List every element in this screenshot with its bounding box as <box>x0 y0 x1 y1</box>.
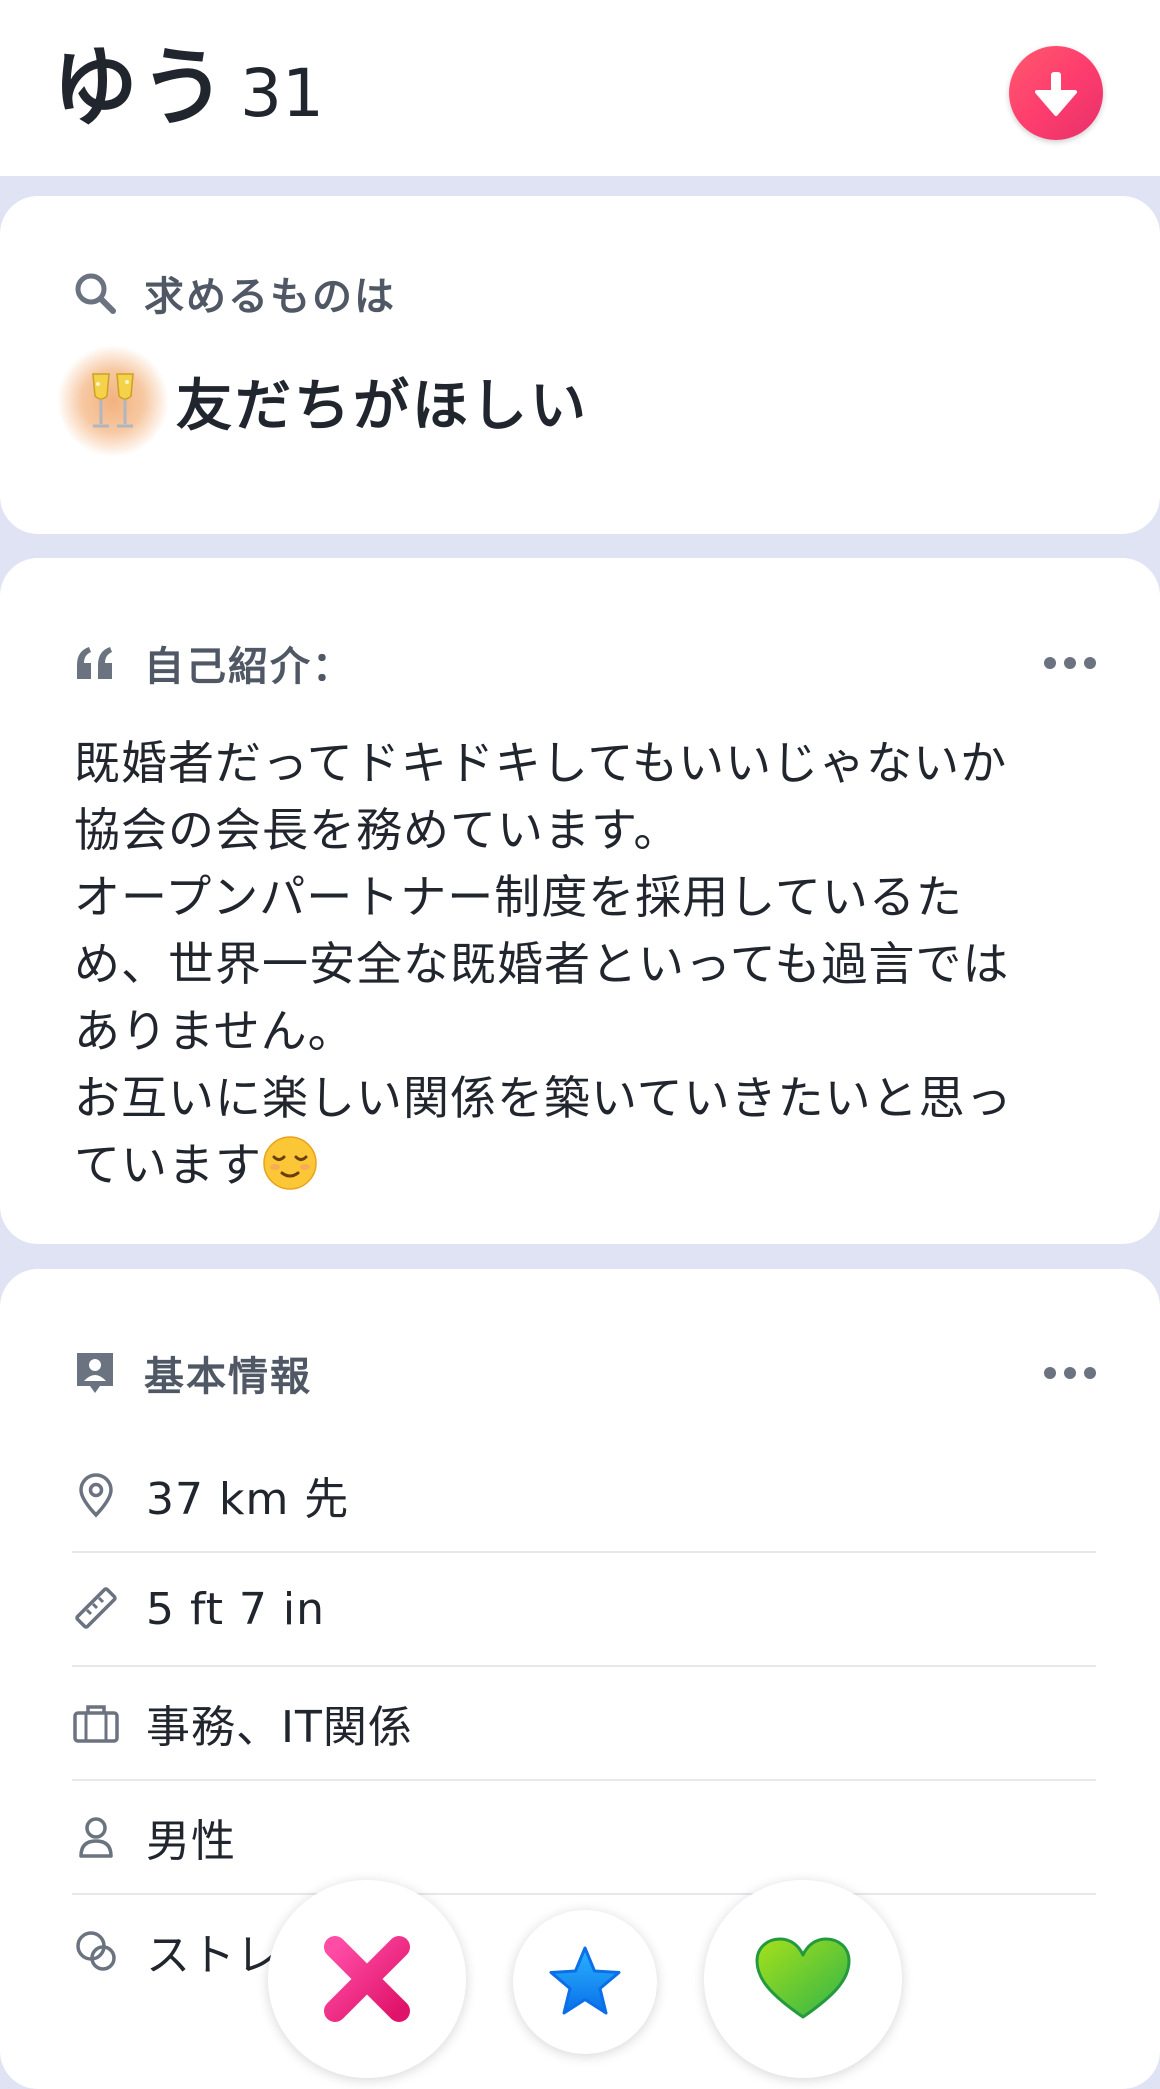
info-text-height: 5 ft 7 in <box>146 1583 326 1635</box>
looking-for-header: 求めるものは <box>72 268 396 320</box>
basic-info-title: 基本情報 <box>144 1354 312 1400</box>
location-pin-icon <box>72 1471 120 1519</box>
star-icon <box>549 1946 621 2015</box>
bio-line: 協会の会長を務めています。 <box>74 803 681 857</box>
orientation-icon <box>72 1927 120 1975</box>
collapse-profile-button[interactable] <box>1009 46 1103 140</box>
basic-info-more-button[interactable] <box>1044 1366 1096 1380</box>
basic-info-header: 基本情報 <box>72 1348 312 1400</box>
info-text-distance: 37 km 先 <box>146 1474 350 1525</box>
looking-for-title: 求めるものは <box>144 274 396 320</box>
info-row-job: 事務、IT関係 <box>72 1667 1096 1781</box>
bio-last-line: ています <box>74 1132 1114 1199</box>
bio-line: め、世界一安全な既婚者といっても過言では <box>74 937 1010 991</box>
bio-card: 自己紹介： 既婚者だってドキドキしてもいいじゃないか 協会の会長を務めています。… <box>0 558 1160 1244</box>
quote-icon <box>72 640 118 686</box>
more-dots-icon <box>1044 1367 1056 1379</box>
heart-icon <box>755 1937 851 2019</box>
looking-for-text: 友だちがほしい <box>176 373 589 439</box>
briefcase-icon <box>72 1699 120 1747</box>
search-icon <box>72 270 118 316</box>
info-row-distance: 37 km 先 <box>72 1439 1096 1553</box>
champagne-glasses-icon <box>58 346 168 456</box>
profile-header: ゆう 31 <box>0 0 1160 176</box>
bio-line: 既婚者だってドキドキしてもいいじゃないか <box>74 736 1008 790</box>
profile-age: 31 <box>240 55 324 132</box>
arrow-down-icon <box>1035 72 1077 116</box>
looking-for-card: 求めるものは 友だちがほしい <box>0 196 1160 534</box>
nope-button[interactable] <box>268 1880 466 2078</box>
bio-title: 自己紹介： <box>144 644 354 690</box>
bio-text: 既婚者だってドキドキしてもいいじゃないか 協会の会長を務めています。 オープンパ… <box>74 730 1114 1199</box>
bio-line: オープンパートナー制度を採用しているた <box>74 870 963 924</box>
profile-name: ゆう <box>52 38 228 138</box>
bio-line: ありません。 <box>74 1004 355 1058</box>
like-button[interactable] <box>704 1880 902 2078</box>
ruler-icon <box>72 1585 120 1633</box>
bio-header: 自己紹介： <box>72 638 354 690</box>
relieved-face-icon <box>262 1135 318 1191</box>
x-icon <box>324 1936 410 2022</box>
info-text-gender: 男性 <box>146 1816 236 1867</box>
bio-line: ています <box>74 1138 262 1192</box>
super-like-button[interactable] <box>513 1910 657 2054</box>
info-text-orientation: ストレ <box>146 1930 281 1981</box>
bio-more-button[interactable] <box>1044 656 1096 670</box>
info-row-gender: 男性 <box>72 1781 1096 1895</box>
more-dots-icon <box>1044 657 1056 669</box>
info-row-height: 5 ft 7 in <box>72 1553 1096 1667</box>
info-text-job: 事務、IT関係 <box>146 1702 413 1753</box>
looking-for-value: 友だちがほしい <box>58 346 589 456</box>
id-card-icon <box>72 1350 118 1396</box>
person-icon <box>72 1813 120 1861</box>
bio-line: お互いに楽しい関係を築いていきたいと思っ <box>74 1071 1013 1125</box>
